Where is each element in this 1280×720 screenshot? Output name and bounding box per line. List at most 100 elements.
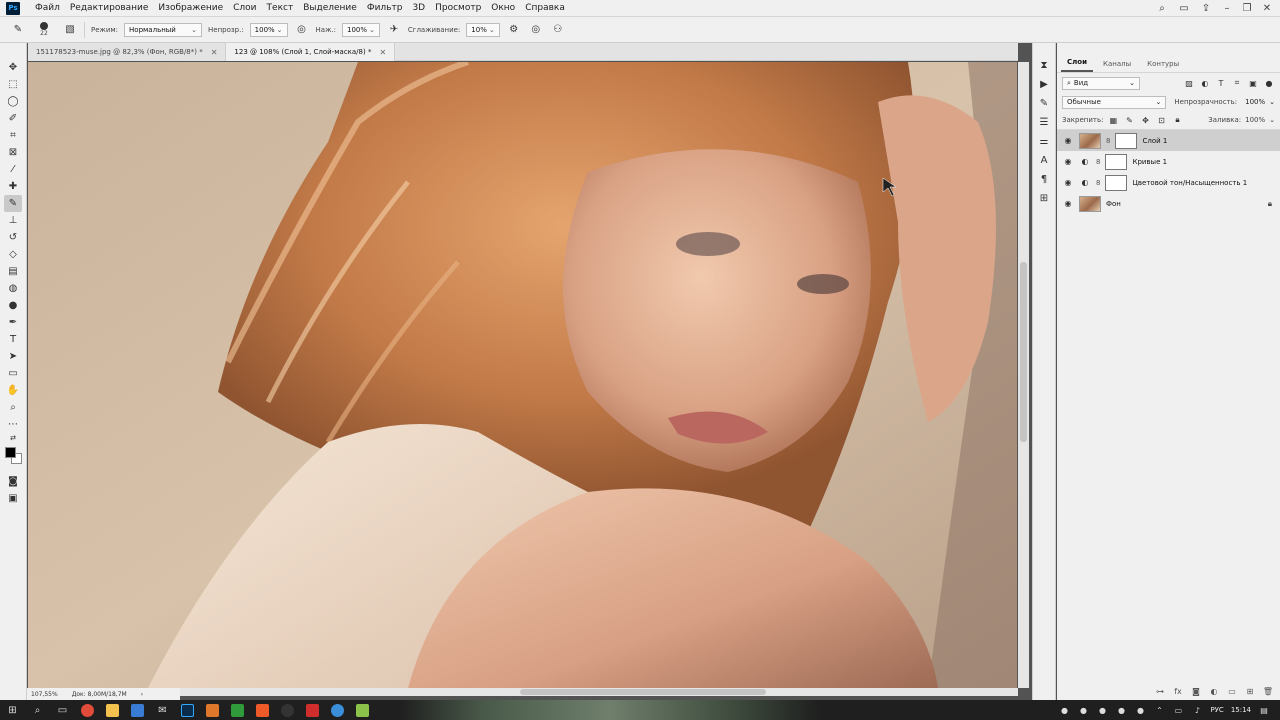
camtasia-icon[interactable]: [225, 700, 250, 720]
lock-all-icon[interactable]: 🔒︎: [1171, 114, 1183, 126]
tray-app-icon[interactable]: ●: [1058, 704, 1070, 716]
airbrush-icon[interactable]: ✈: [386, 22, 402, 38]
blur-tool-icon[interactable]: ◍: [4, 280, 22, 297]
layer-style-icon[interactable]: fx: [1172, 685, 1184, 697]
quick-select-tool-icon[interactable]: ✐: [4, 110, 22, 127]
eye-icon[interactable]: ◉: [1062, 178, 1074, 187]
app-icon[interactable]: [300, 700, 325, 720]
tab-layers[interactable]: Слои: [1061, 58, 1093, 72]
new-group-icon[interactable]: ▭: [1226, 685, 1238, 697]
app-icon[interactable]: [350, 700, 375, 720]
rectangle-tool-icon[interactable]: ▭: [4, 365, 22, 382]
chrome-icon[interactable]: [75, 700, 100, 720]
brush-tool-icon[interactable]: ✎: [10, 22, 26, 38]
layer-mask-thumbnail[interactable]: [1115, 132, 1138, 149]
language-indicator[interactable]: РУС: [1210, 706, 1223, 714]
delete-layer-icon[interactable]: 🗑︎: [1262, 685, 1274, 697]
hand-tool-icon[interactable]: ✋: [4, 382, 22, 399]
layer-row-background[interactable]: ◉ Фон 🔒︎: [1057, 193, 1280, 214]
zoom-level[interactable]: 107,55%: [31, 691, 58, 698]
windows-start-icon[interactable]: ⊞: [0, 700, 25, 720]
mail-icon[interactable]: ✉: [150, 700, 175, 720]
chevron-down-icon[interactable]: ⌄: [1269, 116, 1275, 124]
history-brush-tool-icon[interactable]: ↺: [4, 229, 22, 246]
clock[interactable]: 15:14: [1231, 706, 1251, 714]
layer-row-hue-saturation[interactable]: ◉ ◐ 8 Цветовой тон/Насыщенность 1: [1057, 172, 1280, 193]
workspace-icon[interactable]: ▭: [1176, 2, 1192, 14]
character-icon[interactable]: A: [1036, 152, 1052, 169]
link-icon[interactable]: 8: [1106, 137, 1110, 145]
lock-position-icon[interactable]: ✥: [1139, 114, 1151, 126]
brush-settings-icon[interactable]: ▧: [62, 22, 78, 38]
smoothing-field[interactable]: 10% ⌄: [466, 22, 500, 37]
search-icon[interactable]: ⌕: [25, 700, 50, 720]
tab-paths[interactable]: Контуры: [1141, 60, 1185, 72]
pressure-size-icon[interactable]: ◎: [528, 22, 544, 38]
lock-artboard-icon[interactable]: ⊡: [1155, 114, 1167, 126]
filter-smart-object-icon[interactable]: ▣: [1247, 77, 1259, 89]
fill-value[interactable]: 100%: [1245, 116, 1265, 124]
search-icon[interactable]: ⌕: [1154, 2, 1170, 14]
default-colors-icon[interactable]: ⇄: [4, 433, 22, 443]
smoothing-options-icon[interactable]: ⚙: [506, 22, 522, 38]
add-mask-icon[interactable]: ◙: [1190, 685, 1202, 697]
filter-toggle-icon[interactable]: ●: [1263, 77, 1275, 89]
file-explorer-icon[interactable]: [100, 700, 125, 720]
tab-muse-jpg[interactable]: 151178523-muse.jpg @ 82,3% (Фон, RGB/8*)…: [28, 43, 227, 61]
more-tools-icon[interactable]: ⋯: [4, 416, 22, 433]
menu-select[interactable]: Выделение: [298, 0, 362, 17]
app-icon[interactable]: [250, 700, 275, 720]
chevron-right-icon[interactable]: ›: [141, 691, 143, 698]
brush-preset-picker[interactable]: 22: [32, 20, 56, 40]
opacity-field[interactable]: 100% ⌄: [249, 22, 288, 37]
minimize-button[interactable]: –: [1220, 2, 1234, 14]
crop-tool-icon[interactable]: ⌗: [4, 127, 22, 144]
layer-mask-thumbnail[interactable]: [1105, 153, 1128, 170]
close-icon[interactable]: ✕: [379, 48, 386, 57]
history-icon[interactable]: ⧗: [1036, 57, 1052, 74]
gradient-tool-icon[interactable]: ▤: [4, 263, 22, 280]
menu-3d[interactable]: 3D: [407, 0, 430, 17]
menu-type[interactable]: Текст: [262, 0, 299, 17]
adjustments-icon[interactable]: ☰: [1036, 114, 1052, 131]
lock-pixels-icon[interactable]: ✎: [1123, 114, 1135, 126]
clone-stamp-tool-icon[interactable]: ⊥: [4, 212, 22, 229]
foreground-color-swatch[interactable]: [5, 447, 16, 458]
share-icon[interactable]: ⇪: [1198, 2, 1214, 14]
document-canvas[interactable]: [28, 62, 1017, 688]
menu-window[interactable]: Окно: [486, 0, 520, 17]
show-hidden-icon[interactable]: ⌃: [1153, 704, 1165, 716]
pressure-opacity-icon[interactable]: ◎: [294, 22, 310, 38]
vertical-scrollbar[interactable]: [1018, 62, 1029, 688]
frame-tool-icon[interactable]: ⊠: [4, 144, 22, 161]
eye-icon[interactable]: ◉: [1062, 157, 1074, 166]
network-icon[interactable]: ▭: [1172, 704, 1184, 716]
filter-shape-icon[interactable]: ⌗: [1231, 77, 1243, 89]
filter-pixel-icon[interactable]: ▨: [1183, 77, 1195, 89]
photoshop-taskbar-icon[interactable]: [175, 700, 200, 720]
layer-row-curves[interactable]: ◉ ◐ 8 Кривые 1: [1057, 151, 1280, 172]
menu-view[interactable]: Просмотр: [430, 0, 486, 17]
tab-channels[interactable]: Каналы: [1097, 60, 1137, 72]
healing-brush-tool-icon[interactable]: ✚: [4, 178, 22, 195]
layer-opacity-field[interactable]: 100%: [1241, 96, 1265, 109]
menu-help[interactable]: Справка: [520, 0, 570, 17]
path-selection-tool-icon[interactable]: ➤: [4, 348, 22, 365]
layer-filter-select[interactable]: ⌕ Вид ⌄: [1062, 76, 1140, 90]
pen-tool-icon[interactable]: ✒: [4, 314, 22, 331]
tray-app-icon[interactable]: ●: [1134, 704, 1146, 716]
close-icon[interactable]: ✕: [211, 48, 218, 57]
layer-row-layer1[interactable]: ◉ 8 Слой 1: [1057, 130, 1280, 151]
link-layers-icon[interactable]: ⊶: [1154, 685, 1166, 697]
filter-type-icon[interactable]: T: [1215, 77, 1227, 89]
brush-tool-icon[interactable]: ✎: [4, 195, 22, 212]
filter-adjustment-icon[interactable]: ◐: [1199, 77, 1211, 89]
eyedropper-tool-icon[interactable]: ⁄: [4, 161, 22, 178]
close-button[interactable]: ✕: [1260, 2, 1274, 14]
actions-play-icon[interactable]: ▶: [1036, 76, 1052, 93]
tab-123[interactable]: 123 @ 108% (Слой 1, Слой-маска/8) * ✕: [226, 43, 396, 61]
task-view-icon[interactable]: ▭: [50, 700, 75, 720]
properties-icon[interactable]: ⚌: [1036, 133, 1052, 150]
marquee-tool-icon[interactable]: ⬚: [4, 76, 22, 93]
zoom-tool-icon[interactable]: ⌕: [4, 399, 22, 416]
